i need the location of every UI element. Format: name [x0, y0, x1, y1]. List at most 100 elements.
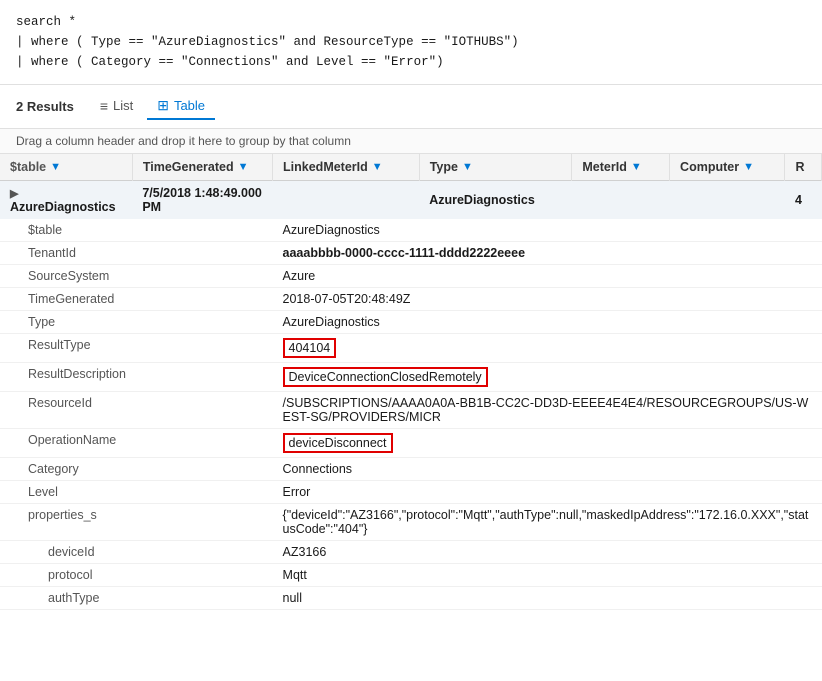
group-timegenerated: 7/5/2018 1:48:49.000 PM [132, 181, 272, 220]
detail-value: aaaabbbb-0000-cccc-1111-dddd2222eeee [283, 246, 526, 260]
detail-row: TimeGenerated 2018-07-05T20:48:49Z [0, 288, 822, 311]
detail-value: Error [283, 485, 311, 499]
detail-label: ResultDescription [0, 363, 273, 392]
results-count: 2 Results [16, 99, 74, 114]
col-meterid-filter[interactable]: ▼ [631, 161, 642, 173]
group-stable-value: AzureDiagnostics [10, 200, 116, 214]
col-meterid-label: MeterId [582, 160, 626, 174]
group-computer [670, 181, 785, 220]
results-header: 2 Results ≡ List ⊞ Table [0, 85, 822, 129]
detail-row: ResultType 404104 [0, 334, 822, 363]
detail-value: AzureDiagnostics [283, 223, 380, 237]
detail-value: Connections [283, 462, 353, 476]
col-linkedmeterid-filter[interactable]: ▼ [372, 161, 383, 173]
group-type: AzureDiagnostics [419, 181, 572, 220]
detail-value: /SUBSCRIPTIONS/AAAA0A0A-BB1B-CC2C-DD3D-E… [283, 396, 809, 424]
detail-value-cell: 2018-07-05T20:48:49Z [273, 288, 822, 311]
query-line2: | where ( Type == "AzureDiagnostics" and… [16, 32, 806, 52]
detail-value-cell: 404104 [273, 334, 822, 363]
detail-row: OperationName deviceDisconnect [0, 429, 822, 458]
detail-row: TenantId aaaabbbb-0000-cccc-1111-dddd222… [0, 242, 822, 265]
group-r: 4 [785, 181, 822, 220]
query-section: search * | where ( Type == "AzureDiagnos… [0, 0, 822, 85]
col-type-filter[interactable]: ▼ [462, 161, 473, 173]
group-row[interactable]: ▶ AzureDiagnostics 7/5/2018 1:48:49.000 … [0, 181, 822, 220]
detail-value-cell: {"deviceId":"AZ3166","protocol":"Mqtt","… [273, 504, 822, 541]
col-stable-filter[interactable]: ▼ [50, 161, 61, 173]
group-linkedmeterid [273, 181, 420, 220]
nested-value: Mqtt [273, 564, 822, 587]
table-tab-label: Table [174, 98, 205, 113]
detail-value-cell: AzureDiagnostics [273, 219, 822, 242]
nested-detail-row: deviceId AZ3166 [0, 541, 822, 564]
col-computer-filter[interactable]: ▼ [743, 161, 754, 173]
detail-row: $table AzureDiagnostics [0, 219, 822, 242]
col-type: Type ▼ [419, 154, 572, 181]
query-line3: | where ( Category == "Connections" and … [16, 52, 806, 72]
detail-value: AzureDiagnostics [283, 315, 380, 329]
highlighted-value: deviceDisconnect [283, 433, 393, 453]
col-linkedmeterid-label: LinkedMeterId [283, 160, 368, 174]
detail-label: Category [0, 458, 273, 481]
nested-value: AZ3166 [273, 541, 822, 564]
nested-detail-row: protocol Mqtt [0, 564, 822, 587]
table-container: $table ▼ TimeGenerated ▼ LinkedMeterId ▼ [0, 154, 822, 610]
detail-value: Azure [283, 269, 316, 283]
detail-value: {"deviceId":"AZ3166","protocol":"Mqtt","… [283, 508, 809, 536]
drag-hint: Drag a column header and drop it here to… [0, 129, 822, 154]
detail-row: Category Connections [0, 458, 822, 481]
group-toggle[interactable]: ▶ [10, 188, 18, 200]
detail-value-cell: deviceDisconnect [273, 429, 822, 458]
detail-value-cell: Connections [273, 458, 822, 481]
highlighted-value: 404104 [283, 338, 337, 358]
detail-label: $table [0, 219, 273, 242]
tab-list[interactable]: ≡ List [90, 94, 143, 120]
col-timegenerated-filter[interactable]: ▼ [238, 161, 249, 173]
detail-label: properties_s [0, 504, 273, 541]
col-computer: Computer ▼ [670, 154, 785, 181]
table-tab-icon: ⊞ [157, 97, 169, 114]
col-r-label: R [795, 160, 804, 174]
detail-row: properties_s {"deviceId":"AZ3166","proto… [0, 504, 822, 541]
nested-value: null [273, 587, 822, 610]
col-timegenerated-label: TimeGenerated [143, 160, 234, 174]
group-meterid [572, 181, 670, 220]
highlighted-value: DeviceConnectionClosedRemotely [283, 367, 488, 387]
detail-value-cell: /SUBSCRIPTIONS/AAAA0A0A-BB1B-CC2C-DD3D-E… [273, 392, 822, 429]
detail-label: Type [0, 311, 273, 334]
col-timegenerated: TimeGenerated ▼ [132, 154, 272, 181]
detail-row: SourceSystem Azure [0, 265, 822, 288]
detail-row: Type AzureDiagnostics [0, 311, 822, 334]
table-header-row: $table ▼ TimeGenerated ▼ LinkedMeterId ▼ [0, 154, 822, 181]
results-table: $table ▼ TimeGenerated ▼ LinkedMeterId ▼ [0, 154, 822, 610]
col-stable: $table ▼ [0, 154, 132, 181]
detail-value-cell: Azure [273, 265, 822, 288]
detail-value-cell: Error [273, 481, 822, 504]
col-meterid: MeterId ▼ [572, 154, 670, 181]
detail-label: SourceSystem [0, 265, 273, 288]
detail-value-cell: AzureDiagnostics [273, 311, 822, 334]
col-r: R [785, 154, 822, 181]
tab-table[interactable]: ⊞ Table [147, 93, 215, 120]
nested-label: authType [0, 587, 273, 610]
nested-label: deviceId [0, 541, 273, 564]
tab-container: ≡ List ⊞ Table [90, 93, 215, 120]
detail-label: OperationName [0, 429, 273, 458]
nested-detail-row: authType null [0, 587, 822, 610]
query-line1: search * [16, 12, 806, 32]
col-computer-label: Computer [680, 160, 739, 174]
list-tab-label: List [113, 98, 133, 113]
nested-label: protocol [0, 564, 273, 587]
detail-value: 2018-07-05T20:48:49Z [283, 292, 411, 306]
group-stable: ▶ AzureDiagnostics [0, 181, 132, 220]
detail-label: ResourceId [0, 392, 273, 429]
detail-label: TimeGenerated [0, 288, 273, 311]
detail-row: Level Error [0, 481, 822, 504]
detail-row: ResultDescription DeviceConnectionClosed… [0, 363, 822, 392]
detail-label: Level [0, 481, 273, 504]
detail-row: ResourceId /SUBSCRIPTIONS/AAAA0A0A-BB1B-… [0, 392, 822, 429]
detail-label: ResultType [0, 334, 273, 363]
list-tab-icon: ≡ [100, 98, 108, 114]
detail-value-cell: DeviceConnectionClosedRemotely [273, 363, 822, 392]
detail-value-cell: aaaabbbb-0000-cccc-1111-dddd2222eeee [273, 242, 822, 265]
